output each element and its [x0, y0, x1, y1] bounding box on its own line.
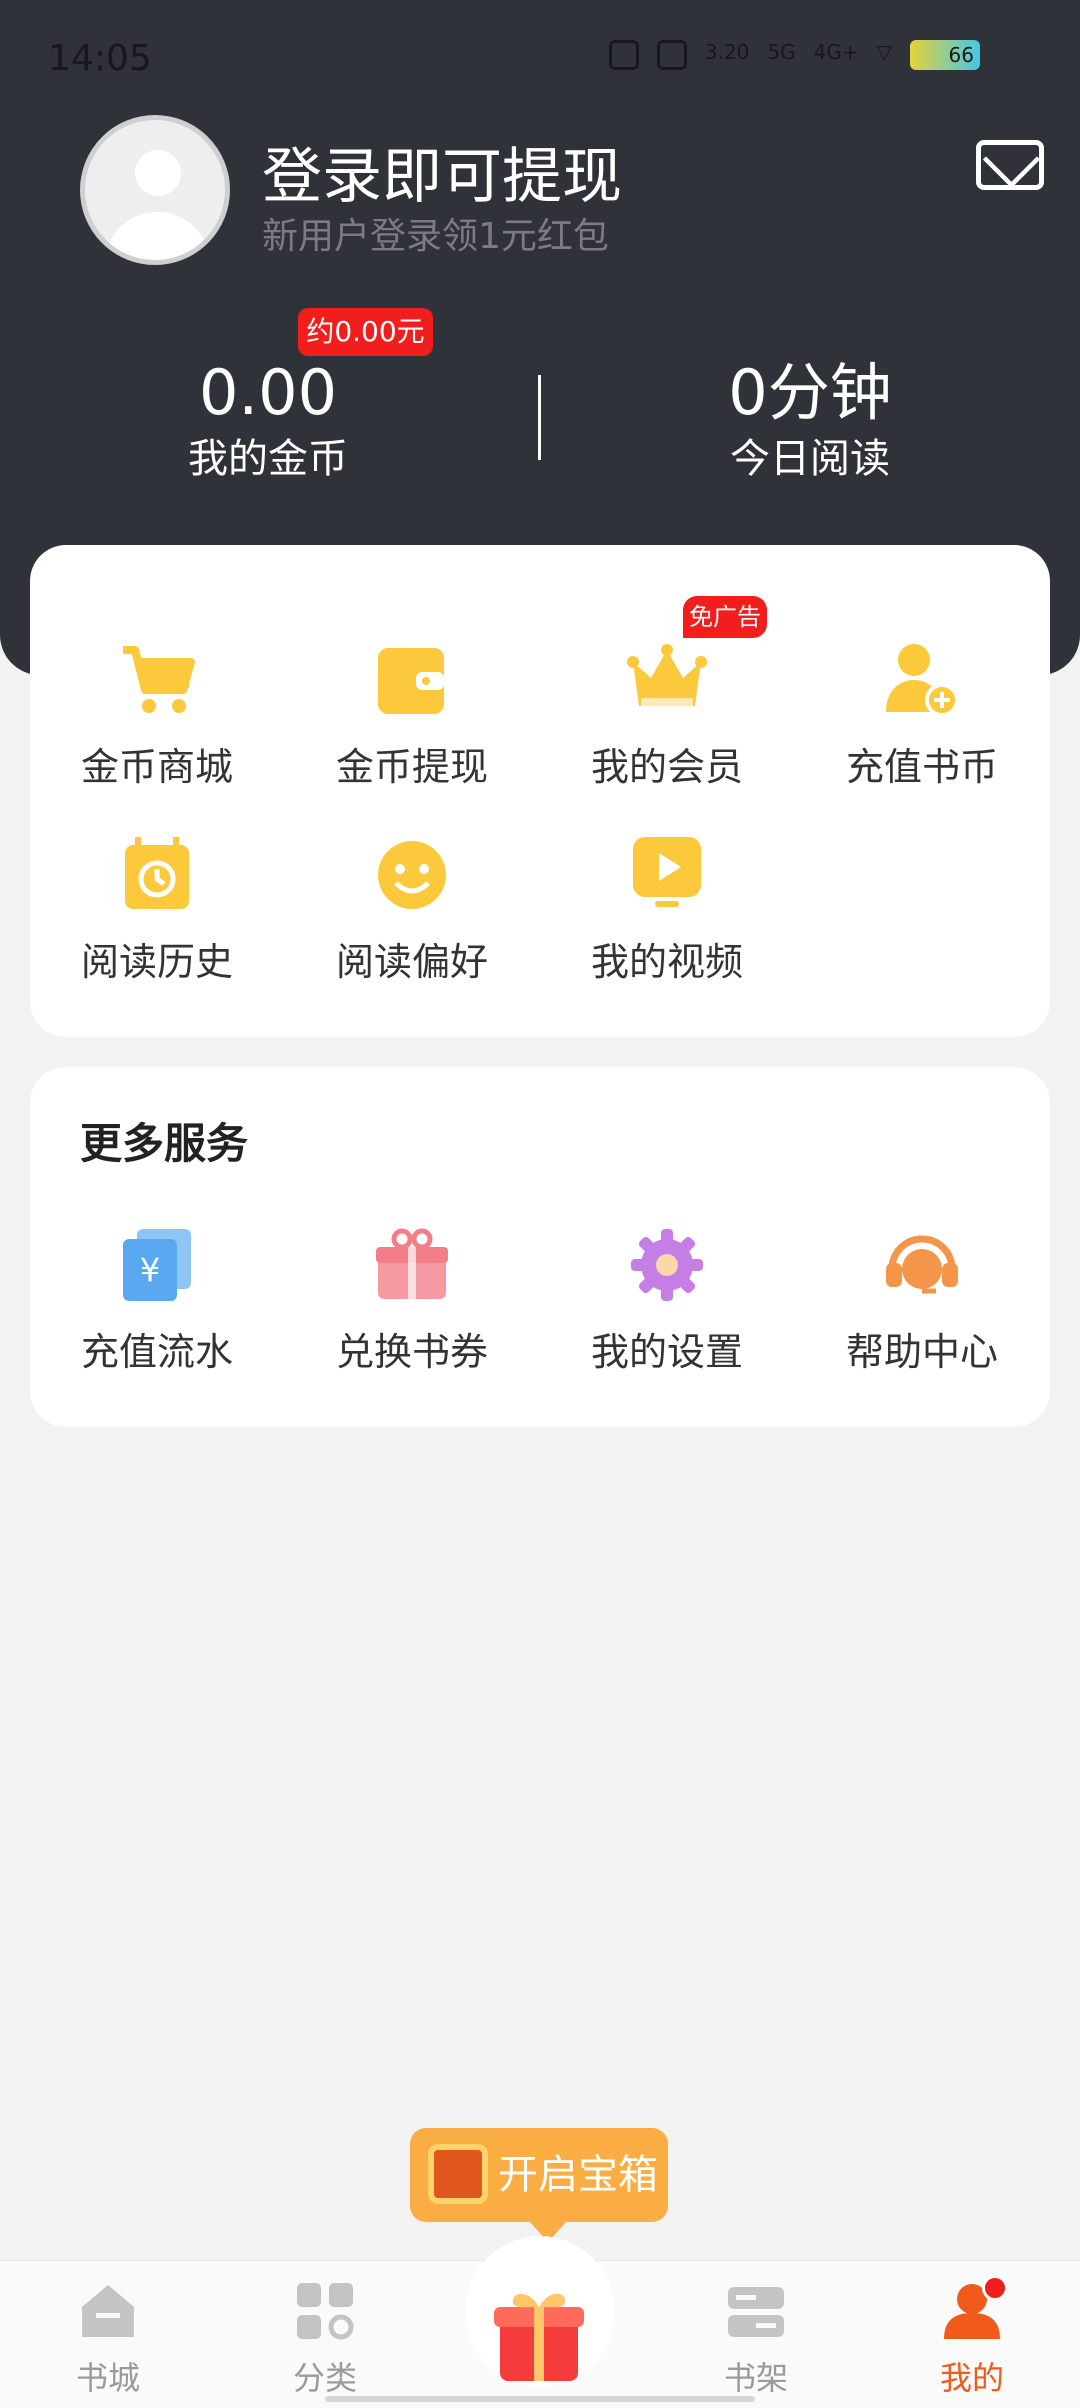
- treasure-chest-icon: [428, 2144, 488, 2204]
- net-speed: 3.20: [704, 40, 750, 64]
- alarm-icon: [608, 40, 639, 70]
- home-indicator: [325, 2396, 755, 2402]
- menu-item-reading-preference[interactable]: 阅读偏好: [312, 835, 512, 986]
- reading-value: 0分钟: [728, 356, 892, 429]
- login-subtitle: 新用户登录领1元红包: [262, 216, 609, 257]
- treasure-label: 开启宝箱: [498, 2152, 658, 2198]
- wifi-icon: ▽: [876, 40, 892, 64]
- avatar-body: [105, 212, 210, 260]
- menu-item-coin-mall[interactable]: 金币商城: [57, 640, 257, 791]
- open-treasure-button[interactable]: 开启宝箱: [410, 2128, 668, 2242]
- gift-icon: [490, 2285, 588, 2385]
- nav-label: 书城: [75, 2359, 140, 2397]
- grid-icon: [295, 2281, 355, 2341]
- menu-item-label: 金币提现: [335, 745, 488, 789]
- more-services-title: 更多服务: [80, 1119, 249, 1168]
- user-add-icon: [882, 640, 962, 720]
- history-icon: [117, 835, 197, 915]
- coin-value-badge: 约0.00元: [298, 308, 433, 356]
- coins-value: 0.00: [198, 356, 338, 429]
- shelf-icon: [726, 2281, 786, 2341]
- avatar[interactable]: [80, 115, 230, 265]
- yuan-cards-icon: ¥: [117, 1225, 197, 1305]
- cart-icon: [117, 640, 197, 720]
- service-item-label: 充值流水: [80, 1330, 233, 1374]
- menu-item-label: 阅读历史: [80, 940, 233, 984]
- reading-label: 今日阅读: [730, 436, 890, 482]
- service-item-help-center[interactable]: 帮助中心: [822, 1225, 1022, 1376]
- menu-item-my-vip[interactable]: 我的会员: [567, 640, 767, 791]
- menu-item-reading-history[interactable]: 阅读历史: [57, 835, 257, 986]
- menu-item-recharge[interactable]: 充值书币: [822, 640, 1022, 791]
- nav-bookstore[interactable]: 书城: [28, 2281, 188, 2399]
- nav-mine[interactable]: 我的: [892, 2281, 1052, 2399]
- avatar-head: [135, 150, 181, 196]
- no-ads-badge: 免广告: [683, 596, 767, 638]
- stat-divider: [538, 375, 541, 460]
- today-reading-stat[interactable]: 0分钟 今日阅读: [660, 358, 960, 486]
- signal-5g: 5G: [767, 40, 796, 64]
- service-item-my-settings[interactable]: 我的设置: [567, 1225, 767, 1376]
- wallet-icon: [372, 640, 452, 720]
- login-title[interactable]: 登录即可提现: [262, 128, 622, 215]
- menu-item-label: 金币商城: [80, 745, 233, 789]
- menu-item-my-videos[interactable]: 我的视频: [567, 835, 767, 986]
- menu-item-label: 阅读偏好: [335, 940, 488, 984]
- menu-item-label: 充值书币: [845, 745, 998, 789]
- crown-icon: [627, 640, 707, 720]
- menu-item-coin-withdraw[interactable]: 金币提现: [312, 640, 512, 791]
- nav-bookshelf[interactable]: 书架: [676, 2281, 836, 2399]
- gift-box-icon: [372, 1225, 452, 1305]
- status-bar: 14:05 3.20 5G 4G+ ▽ 66: [0, 0, 1080, 120]
- nav-label: 书架: [723, 2359, 788, 2397]
- status-time: 14:05: [48, 38, 152, 79]
- signal-4g: 4G+: [813, 40, 859, 64]
- nav-label: 我的: [939, 2359, 1004, 2397]
- coins-label: 我的金币: [188, 436, 348, 482]
- service-item-label: 我的设置: [590, 1330, 743, 1374]
- service-item-recharge-records[interactable]: ¥ 充值流水: [57, 1225, 257, 1376]
- notification-dot: [982, 2275, 1008, 2301]
- service-item-label: 兑换书券: [335, 1330, 488, 1374]
- my-coins-stat[interactable]: 0.00 我的金币: [118, 358, 418, 486]
- mute-icon: [656, 40, 687, 70]
- service-item-label: 帮助中心: [845, 1330, 998, 1374]
- svg-text:¥: ¥: [140, 1251, 160, 1289]
- mail-icon[interactable]: [976, 140, 1044, 190]
- battery-icon: 66: [910, 40, 980, 70]
- video-icon: [627, 835, 707, 915]
- headset-icon: [882, 1225, 962, 1305]
- service-item-redeem-voucher[interactable]: 兑换书券: [312, 1225, 512, 1376]
- menu-item-label: 我的会员: [590, 745, 743, 789]
- home-icon: [78, 2281, 138, 2341]
- nav-category[interactable]: 分类: [245, 2281, 405, 2399]
- smile-icon: [372, 835, 452, 915]
- nav-label: 分类: [292, 2359, 357, 2397]
- status-icons: 3.20 5G 4G+ ▽ 66: [608, 40, 980, 70]
- gear-icon: [627, 1225, 707, 1305]
- menu-item-label: 我的视频: [590, 940, 743, 984]
